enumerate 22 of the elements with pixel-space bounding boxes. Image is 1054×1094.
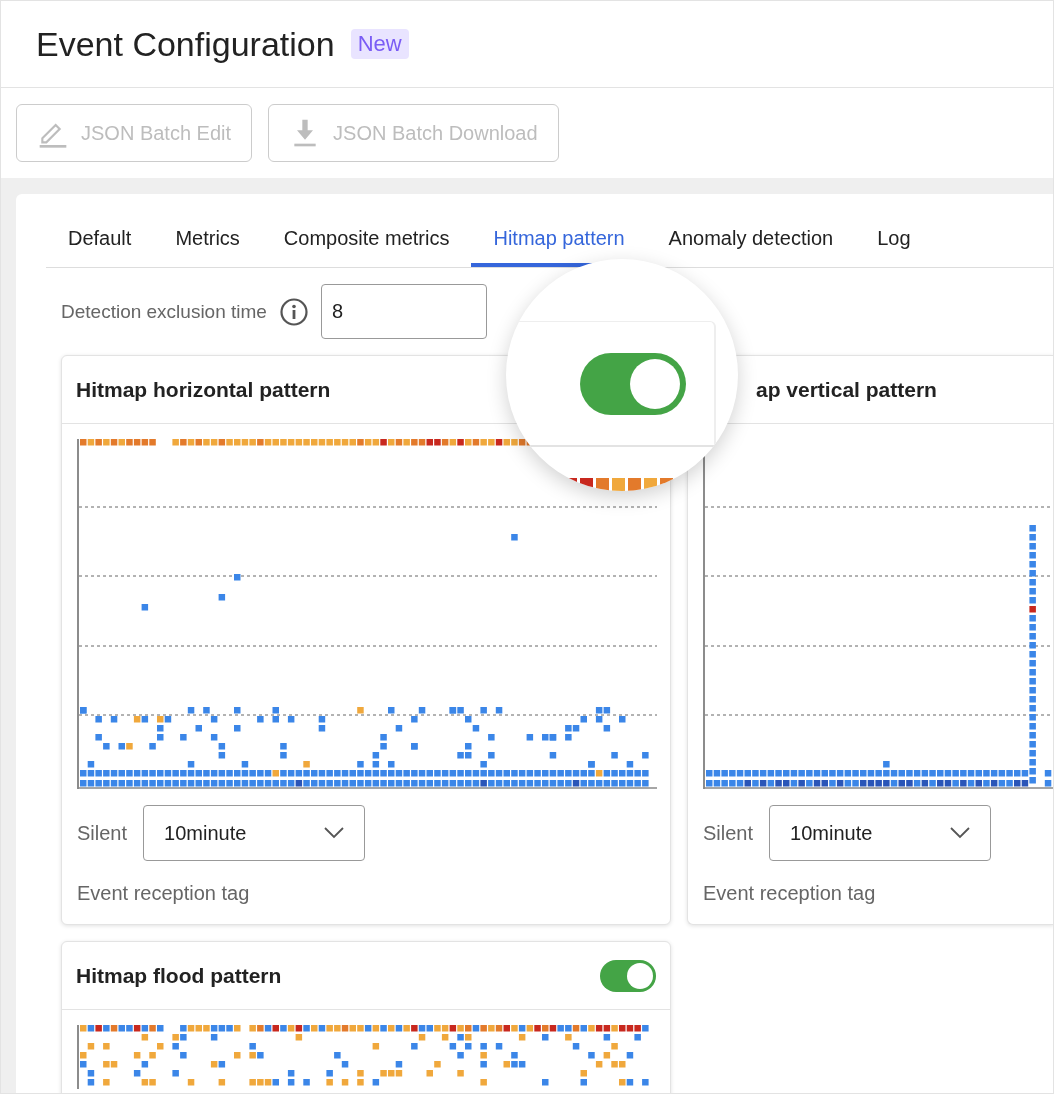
field-label: Detection exclusion time [61, 300, 267, 323]
tab[interactable]: Default [46, 210, 154, 267]
tab[interactable]: Anomaly detection [646, 210, 856, 267]
chevron-down-icon [324, 827, 345, 839]
tab[interactable]: Log [855, 210, 933, 267]
silent-label: Silent [77, 821, 128, 845]
new-badge: New [350, 29, 409, 59]
chevron-down-icon [950, 827, 971, 839]
silent-dropdown[interactable]: 10minute [143, 805, 366, 861]
tab[interactable]: Metrics [153, 210, 262, 267]
page-title: Event Configuration [36, 24, 335, 64]
tag-label: Event reception tag [703, 882, 877, 905]
toggle-switch[interactable] [600, 959, 656, 992]
silent-dropdown[interactable]: 10minute [769, 805, 992, 861]
exclusion-time-field[interactable]: 8 [320, 284, 487, 339]
card-title: Hitmap horizontal pattern [76, 377, 331, 402]
card-title: Hitmap flood pattern [76, 963, 282, 988]
tab[interactable]: Composite metrics [261, 210, 472, 267]
silent-label: Silent [703, 821, 754, 845]
tag-label: Event reception tag [77, 882, 251, 905]
info-icon[interactable] [278, 296, 309, 327]
card-title: ap vertical pattern [756, 377, 937, 402]
